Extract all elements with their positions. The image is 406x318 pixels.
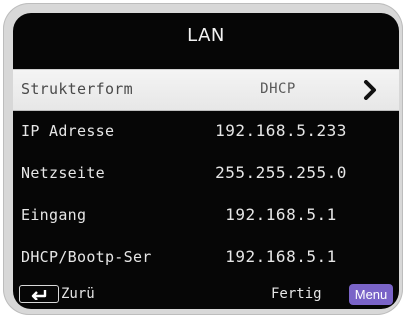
setting-row-netzseite[interactable]: Netzseite 255.255.255.0 [13,153,399,195]
setting-row-dhcp-bootp-server[interactable]: DHCP/Bootp-Ser 192.168.5.1 [13,237,399,279]
chevron-right-icon [364,80,376,100]
setting-value: 255.255.255.0 [215,163,347,182]
done-softkey-label[interactable]: Fertig [271,286,322,302]
screen-title: LAN [187,25,225,46]
setting-value: DHCP [260,81,296,97]
setting-label: Eingang [21,206,87,224]
setting-label: Netzseite [21,164,105,182]
settings-list: Strukterform DHCP IP Adresse 192.168.5.2… [13,69,399,279]
softkey-bar: Zurü Fertig Menu [13,281,399,309]
return-arrow-icon [31,290,47,300]
lan-settings-screen: LAN Strukterform DHCP IP Adresse 192.168… [13,13,399,309]
setting-value: 192.168.5.1 [225,247,337,266]
setting-value: 192.168.5.1 [225,205,337,224]
menu-button[interactable]: Menu [349,284,393,305]
back-button[interactable] [19,285,59,303]
setting-row-strukterform[interactable]: Strukterform DHCP [13,69,399,111]
setting-row-ip-adresse[interactable]: IP Adresse 192.168.5.233 [13,111,399,153]
setting-label: DHCP/Bootp-Ser [21,248,152,266]
back-softkey-label[interactable]: Zurü [61,286,95,302]
setting-row-eingang[interactable]: Eingang 192.168.5.1 [13,195,399,237]
setting-value: 192.168.5.233 [215,121,347,140]
device-bezel: LAN Strukterform DHCP IP Adresse 192.168… [3,3,403,315]
setting-label: Strukterform [21,80,133,98]
setting-label: IP Adresse [21,122,115,140]
